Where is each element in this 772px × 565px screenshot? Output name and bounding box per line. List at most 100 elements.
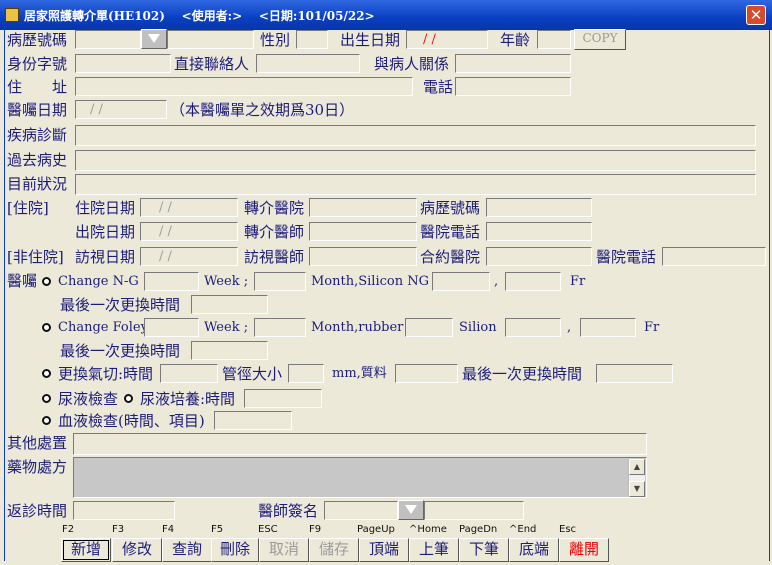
phone-label: 電話 bbox=[423, 78, 454, 96]
contact-input[interactable] bbox=[256, 54, 360, 73]
trach-radio[interactable] bbox=[42, 369, 51, 378]
birth-date-input[interactable]: / / bbox=[406, 30, 488, 49]
next-button[interactable]: 下筆 bbox=[459, 538, 509, 562]
doctor-id-input[interactable] bbox=[324, 501, 398, 520]
order-date-input[interactable]: / / bbox=[75, 100, 167, 119]
delete-button[interactable]: 刪除 bbox=[211, 538, 259, 562]
save-button[interactable]: 儲存 bbox=[309, 538, 359, 562]
scroll-up-icon[interactable]: ▲ bbox=[629, 459, 645, 475]
status-input[interactable] bbox=[75, 174, 756, 195]
tube-size-label: 管徑大小 bbox=[222, 365, 283, 383]
foley-rubber-input[interactable] bbox=[405, 318, 453, 337]
admit-date-label: 住院日期 bbox=[75, 199, 136, 217]
urine-test-radio[interactable] bbox=[42, 394, 51, 403]
patient-name-input[interactable] bbox=[167, 30, 254, 49]
medication-scrollbar[interactable]: ▲ ▼ bbox=[628, 459, 645, 497]
add-button[interactable]: 新增 bbox=[61, 538, 111, 562]
other-input[interactable] bbox=[73, 433, 647, 455]
bottom-button[interactable]: 底端 bbox=[509, 538, 559, 562]
ref-doctor-label: 轉介醫師 bbox=[244, 223, 305, 241]
scroll-down-icon[interactable]: ▼ bbox=[629, 481, 645, 497]
copy-button[interactable]: COPY bbox=[574, 29, 626, 50]
inpatient-label: [住院] bbox=[7, 199, 49, 217]
ng-last-change-input[interactable] bbox=[191, 295, 268, 314]
contract-hospital-label: 合約醫院 bbox=[420, 248, 481, 266]
ng-fr-input[interactable] bbox=[505, 272, 561, 291]
title-bar: 居家照護轉介單(HE102) <使用者:> <日期:101/05/22> ✕ bbox=[0, 0, 772, 30]
sex-input[interactable] bbox=[296, 30, 328, 49]
foley-week-input[interactable] bbox=[254, 318, 306, 337]
trach-last-change-input[interactable] bbox=[596, 364, 673, 383]
key-hint-pagedn: PageDn bbox=[459, 524, 498, 535]
chart-no-input[interactable] bbox=[75, 30, 141, 49]
visit-date-input[interactable]: / / bbox=[140, 247, 238, 266]
birth-date-label: 出生日期 bbox=[340, 31, 401, 49]
hosp-phone2-input[interactable] bbox=[662, 247, 766, 266]
close-button[interactable]: ✕ bbox=[746, 5, 766, 25]
address-input[interactable] bbox=[75, 77, 413, 96]
ng-silicon-input[interactable] bbox=[432, 272, 490, 291]
window-title: 居家照護轉介單(HE102) <使用者:> <日期:101/05/22> bbox=[24, 9, 375, 23]
change-foley-radio[interactable] bbox=[42, 323, 51, 332]
age-input[interactable] bbox=[537, 30, 571, 49]
doctor-sign-label: 醫師簽名 bbox=[258, 502, 319, 520]
hosp-phone-input[interactable] bbox=[486, 222, 592, 241]
silion-label: Silion bbox=[459, 320, 497, 335]
month-silicon-label: Month,Silicon NG bbox=[311, 274, 429, 289]
diagnosis-label: 疾病診斷 bbox=[7, 126, 68, 144]
visit-doctor-input[interactable] bbox=[309, 247, 417, 266]
last-change-label-3: 最後一次更換時間 bbox=[462, 365, 583, 383]
material-input[interactable] bbox=[395, 364, 458, 383]
medication-textarea[interactable] bbox=[73, 457, 647, 498]
contract-hospital-input[interactable] bbox=[486, 247, 592, 266]
history-input[interactable] bbox=[75, 150, 756, 171]
foley-last-change-input[interactable] bbox=[191, 341, 268, 360]
key-hint-esc: ESC bbox=[258, 524, 278, 535]
change-ng-radio[interactable] bbox=[42, 277, 51, 286]
visit-doctor-label: 訪視醫師 bbox=[244, 248, 305, 266]
edit-button[interactable]: 修改 bbox=[112, 538, 162, 562]
cancel-button[interactable]: 取消 bbox=[259, 538, 309, 562]
query-button[interactable]: 查詢 bbox=[162, 538, 212, 562]
phone-input[interactable] bbox=[455, 77, 571, 96]
exit-button[interactable]: 離開 bbox=[559, 538, 609, 562]
trach-time-input[interactable] bbox=[160, 364, 218, 383]
hosp-chart-no-label: 病歷號碼 bbox=[420, 199, 481, 217]
week-label-2: Week ; bbox=[204, 320, 249, 335]
admit-date-input[interactable]: / / bbox=[140, 198, 238, 217]
trach-label: 更換氣切:時間 bbox=[58, 365, 154, 383]
last-change-label-1: 最後一次更換時間 bbox=[60, 296, 181, 314]
urine-culture-time-input[interactable] bbox=[244, 389, 322, 408]
blood-test-input[interactable] bbox=[214, 411, 292, 430]
urine-culture-radio[interactable] bbox=[124, 394, 133, 403]
doctor-dropdown-icon[interactable] bbox=[398, 500, 424, 520]
ref-hospital-input[interactable] bbox=[309, 198, 417, 217]
sex-label: 性別 bbox=[260, 31, 291, 49]
blood-test-radio[interactable] bbox=[42, 416, 51, 425]
ref-doctor-input[interactable] bbox=[309, 222, 417, 241]
chart-no-dropdown-icon[interactable] bbox=[141, 29, 167, 49]
top-button[interactable]: 頂端 bbox=[359, 538, 409, 562]
discharge-date-input[interactable]: / / bbox=[140, 222, 238, 241]
hosp-chart-no-input[interactable] bbox=[486, 198, 592, 217]
id-no-input[interactable] bbox=[75, 54, 171, 73]
key-hint-esc-exit: Esc bbox=[559, 524, 577, 535]
doctor-name-input[interactable] bbox=[424, 501, 524, 520]
foley-fr-input[interactable] bbox=[580, 318, 636, 337]
return-time-input[interactable] bbox=[73, 501, 175, 520]
order-date-label: 醫囑日期 bbox=[7, 101, 68, 119]
diagnosis-input[interactable] bbox=[75, 125, 756, 146]
prev-button[interactable]: 上筆 bbox=[409, 538, 459, 562]
hosp-phone2-label: 醫院電話 bbox=[596, 248, 657, 266]
ng-week-input[interactable] bbox=[254, 272, 306, 291]
address-label: 住 址 bbox=[7, 78, 68, 96]
validity-note: （本醫囑單之效期爲30日） bbox=[170, 101, 355, 119]
change-ng-label: Change N-G bbox=[58, 274, 139, 289]
app-icon bbox=[5, 8, 19, 22]
foley-silion-input[interactable] bbox=[505, 318, 561, 337]
relation-input[interactable] bbox=[455, 54, 571, 73]
foley-period-input[interactable] bbox=[144, 318, 199, 337]
urine-culture-label: 尿液培養:時間 bbox=[140, 390, 236, 408]
tube-size-input[interactable] bbox=[288, 364, 324, 383]
ng-period-input[interactable] bbox=[144, 272, 199, 291]
